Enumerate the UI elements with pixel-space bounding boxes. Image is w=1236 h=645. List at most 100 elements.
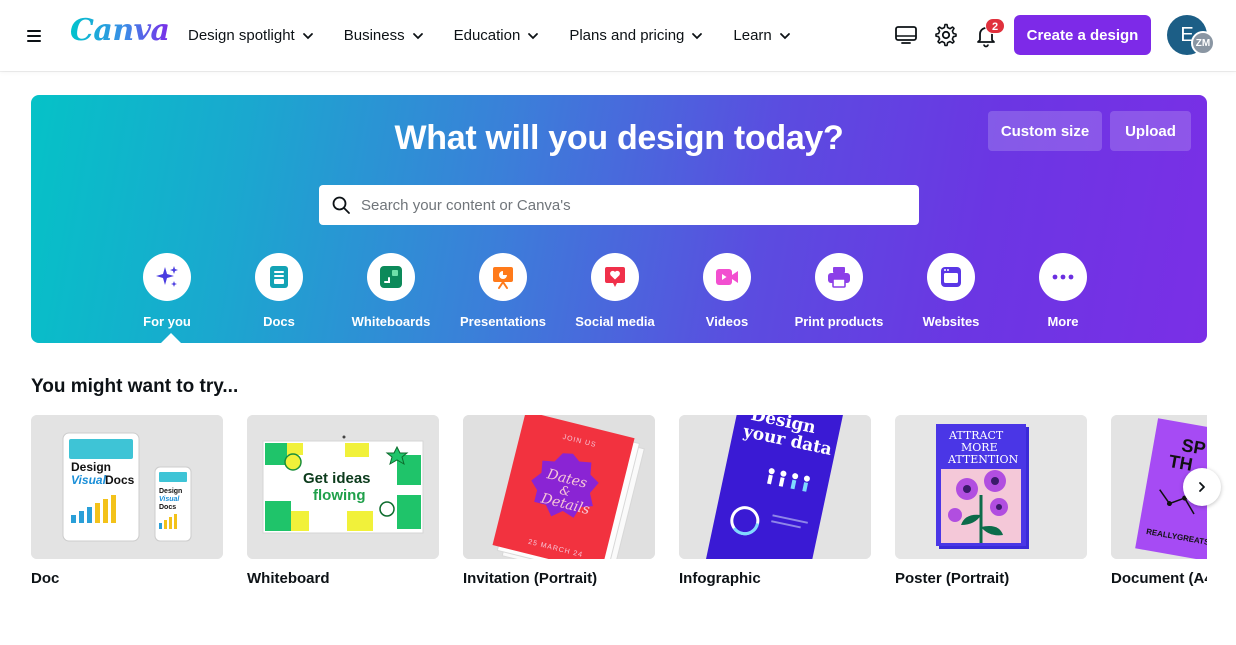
hero-banner: What will you design today? Custom size … [31,95,1207,343]
docs-icon [270,266,288,288]
thumb-text: Docs [105,473,135,487]
template-label: Invitation (Portrait) [463,570,598,587]
suggestion-carousel: Design Visual Docs Design Visual Docs Do… [31,415,1207,605]
more-icon [1052,274,1074,280]
category-label: More [1047,314,1079,329]
category-whiteboards[interactable]: Whiteboards [335,253,447,329]
chevron-down-icon [779,32,790,39]
presentation-icon [493,267,513,289]
team-avatar[interactable]: ZM [1191,31,1215,55]
create-design-button[interactable]: Create a design [1014,15,1151,55]
template-thumbnail: Get ideas flowing [247,415,439,559]
search-bar[interactable] [319,185,919,225]
template-thumbnail: Design your data [679,415,871,559]
carousel-next-button[interactable] [1183,468,1221,506]
category-for-you[interactable]: For you [111,253,223,329]
chevron-down-icon [692,32,703,39]
nav-label: Business [343,27,405,44]
doc-thumbnail-art: Design Visual Docs Design Visual Docs [31,415,223,559]
chevron-right-icon [1199,482,1205,492]
sparkle-icon [156,266,178,287]
template-label: Poster (Portrait) [895,570,1010,587]
template-thumbnail: ATTRACT MORE ATTENTION [895,415,1087,559]
thumb-text: flowing [313,487,366,504]
thumb-text: Docs [159,504,176,511]
category-circle [1039,253,1087,301]
template-card-infographic[interactable]: Design your data Infographic [679,415,871,587]
section-title: You might want to try... [31,376,239,397]
category-circle [815,253,863,301]
nav-label: Learn [733,27,772,44]
custom-size-button[interactable]: Custom size [988,111,1102,151]
heart-icon [605,267,625,287]
category-circle [927,253,975,301]
template-card-doc[interactable]: Design Visual Docs Design Visual Docs Do… [31,415,223,587]
thumb-text: Design [71,460,111,474]
category-docs[interactable]: Docs [223,253,335,329]
template-label: Whiteboard [247,570,330,587]
thumb-text: Get ideas [303,470,371,487]
template-card-invitation[interactable]: JOIN US Dates & Details 25 MARCH 24 Invi… [463,415,655,587]
menu-icon[interactable] [22,24,46,48]
template-label: Doc [31,570,60,587]
main-menu: Design spotlight Business Education Plan… [188,0,821,71]
category-row: For you Docs Whiteboards Presentations S… [111,253,1119,333]
thumb-text: ATTENTION [947,453,1019,466]
nav-learn[interactable]: Learn [733,27,791,44]
template-label: Document (A4) [1111,570,1207,587]
category-label: Websites [922,314,980,329]
category-circle [591,253,639,301]
nav-design-spotlight[interactable]: Design spotlight [188,27,315,44]
nav-business[interactable]: Business [344,27,425,44]
category-circle [703,253,751,301]
category-label: Whiteboards [351,314,431,329]
category-social-media[interactable]: Social media [559,253,671,329]
canva-logo[interactable]: Canva [70,13,170,48]
template-card-whiteboard[interactable]: Get ideas flowing Whiteboard [247,415,439,587]
top-navigation: Canva Design spotlight Business Educatio… [0,0,1236,71]
thumb-text: Visual [71,473,107,487]
nav-label: Education [453,27,521,44]
invitation-thumbnail-art: JOIN US Dates & Details 25 MARCH 24 [463,415,655,559]
thumb-text: Visual [159,496,180,503]
template-thumbnail: JOIN US Dates & Details 25 MARCH 24 [463,415,655,559]
category-circle [367,253,415,301]
category-circle [255,253,303,301]
whiteboard-thumbnail-art: Get ideas flowing [247,415,439,559]
category-label: Docs [263,314,295,329]
category-presentations[interactable]: Presentations [447,253,559,329]
thumb-text: Design [159,488,182,495]
search-input[interactable] [361,196,901,214]
nav-plans-and-pricing[interactable]: Plans and pricing [569,27,704,44]
search-icon [332,196,350,214]
category-videos[interactable]: Videos [671,253,783,329]
website-icon [941,267,961,287]
chevron-down-icon [302,32,313,39]
poster-thumbnail-art: ATTRACT MORE ATTENTION [895,415,1087,559]
category-print-products[interactable]: Print products [783,253,895,329]
whiteboard-icon [380,266,402,288]
category-label: Social media [575,314,655,329]
category-circle [479,253,527,301]
infographic-thumbnail-art: Design your data [679,415,871,559]
template-label: Infographic [679,570,761,587]
nav-label: Plans and pricing [569,27,685,44]
category-label: Presentations [460,314,546,329]
video-icon [716,269,738,285]
chevron-down-icon [412,32,423,39]
template-card-poster[interactable]: ATTRACT MORE ATTENTION Poster (Portrait) [895,415,1087,587]
nav-education[interactable]: Education [454,27,541,44]
template-thumbnail: Design Visual Docs Design Visual Docs [31,415,223,559]
category-label: Print products [794,314,884,329]
category-more[interactable]: More [1007,253,1119,329]
nav-label: Design spotlight [188,27,295,44]
selected-category-indicator [161,333,181,343]
category-label: Videos [705,314,749,329]
upload-button[interactable]: Upload [1110,111,1191,151]
category-websites[interactable]: Websites [895,253,1007,329]
gear-icon[interactable] [933,22,959,48]
printer-icon [828,267,850,288]
desktop-icon[interactable] [893,22,919,48]
category-circle [143,253,191,301]
chevron-down-icon [528,32,539,39]
